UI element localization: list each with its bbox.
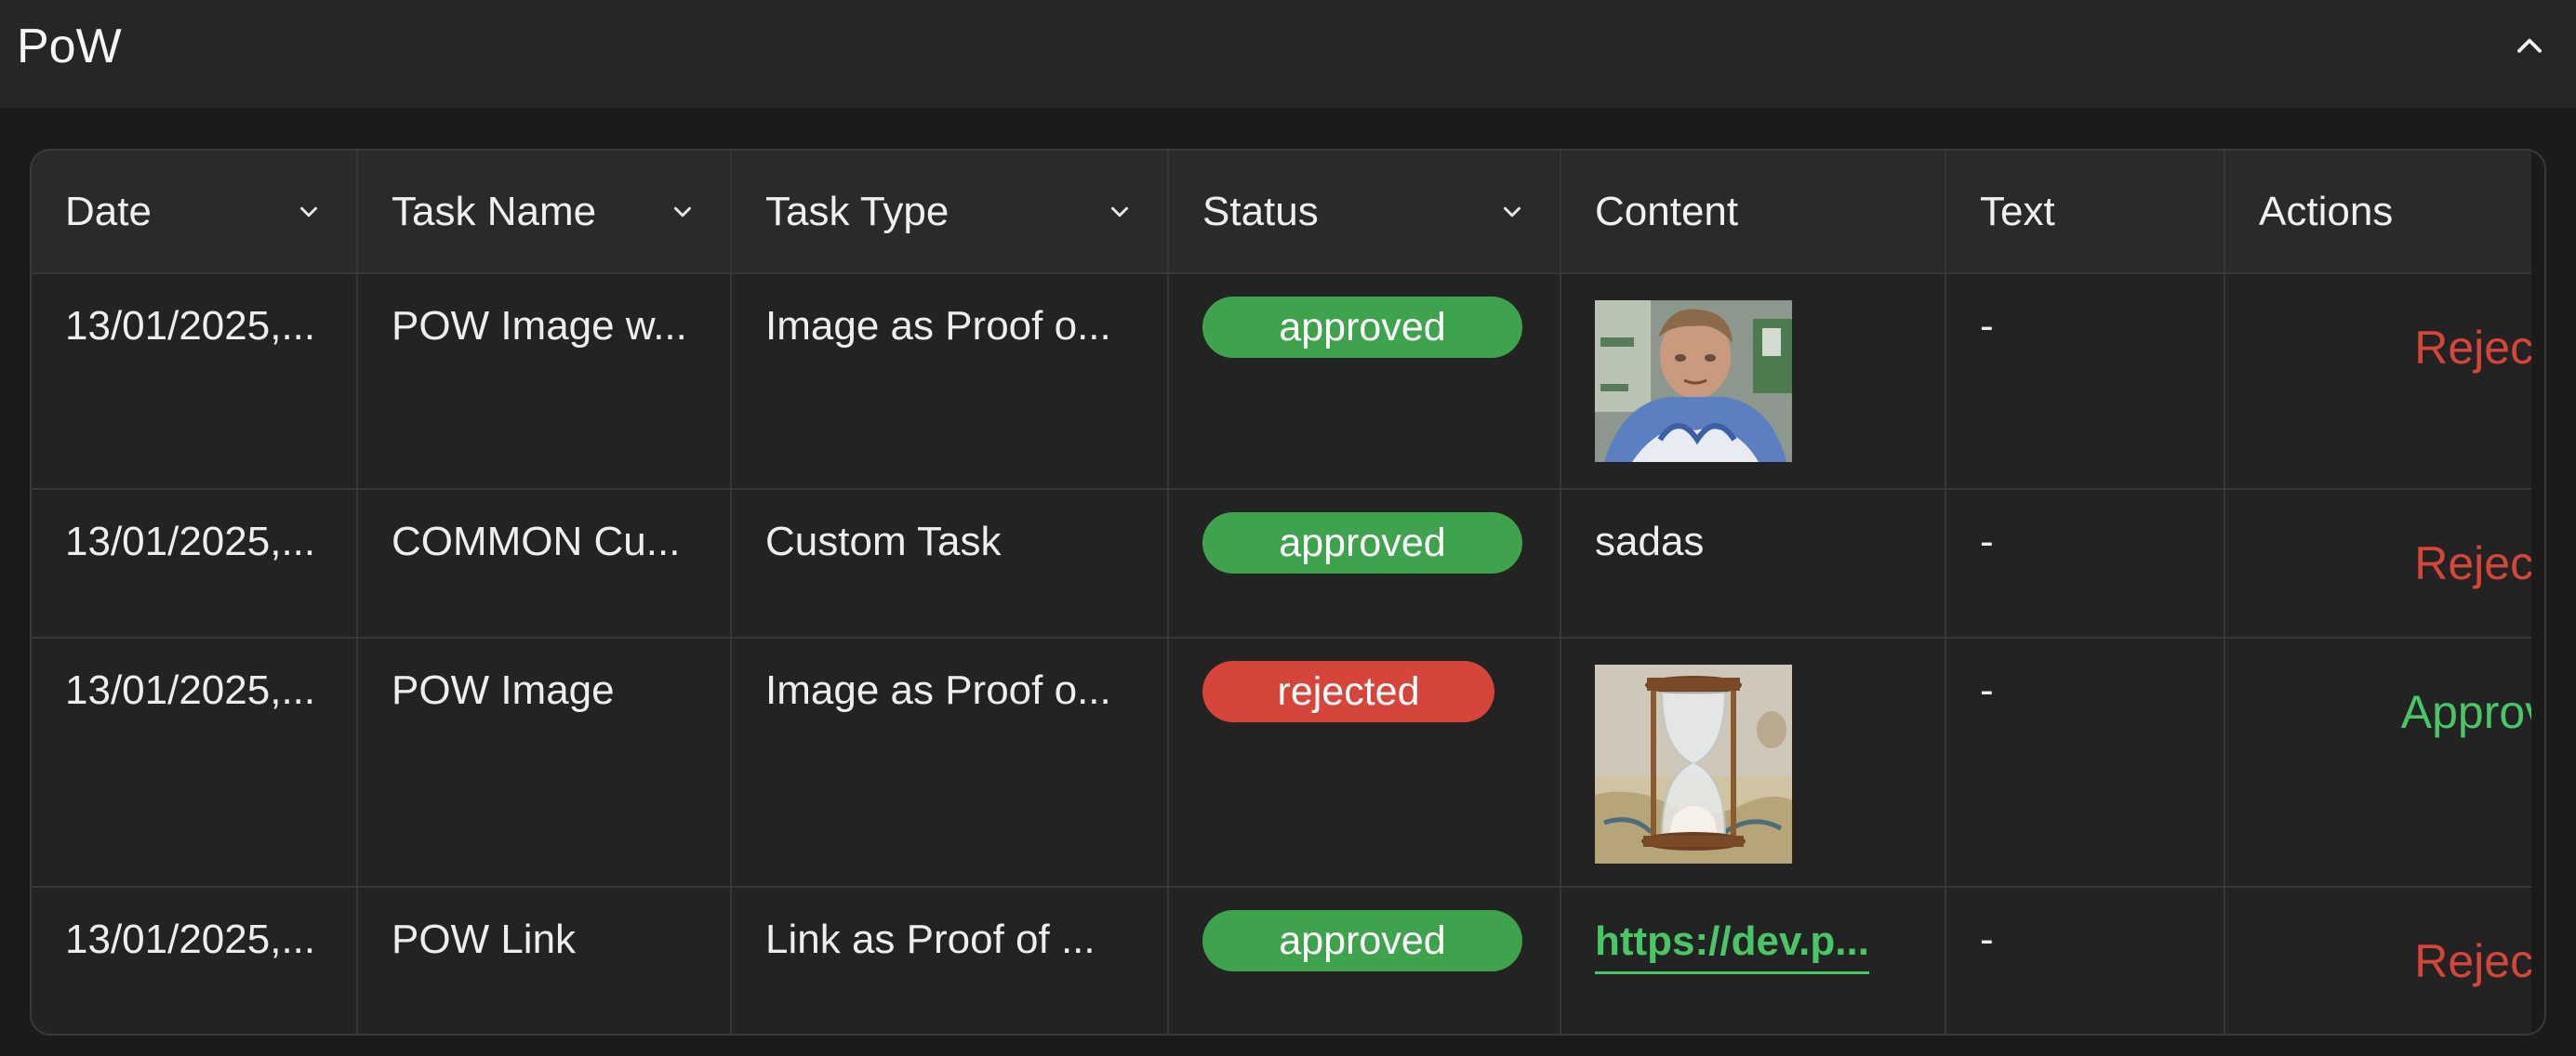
chevron-down-icon[interactable] [295,198,323,226]
cell-date: 13/01/2025,... [32,273,358,490]
pow-table: Date Task Name Task Type Status Content … [32,151,2543,1034]
status-badge: approved [1202,297,1522,358]
cell-actions: Reject [2224,273,2543,490]
cell-content [1560,638,1946,888]
cell-content: https://dev.p... [1560,887,1946,1034]
hourglass-thumbnail-icon[interactable] [1595,665,1792,864]
task-name-text: COMMON Cu... [392,519,681,564]
cell-task-name: POW Image w... [357,273,732,490]
pow-table-container: Date Task Name Task Type Status Content … [30,149,2546,1036]
cell-task-type: Custom Task [731,489,1169,639]
column-header-label: Actions [2259,188,2394,234]
status-badge: approved [1202,910,1522,971]
chevron-down-icon[interactable] [1106,198,1134,226]
cell-task-name: COMMON Cu... [357,489,732,639]
cell-status: rejected [1168,638,1561,888]
column-header-label: Content [1595,188,1739,234]
cell-status: approved [1168,887,1561,1034]
reject-button[interactable]: Reject [2259,934,2543,988]
chevron-down-icon[interactable] [1498,198,1526,226]
cell-content [1560,273,1946,490]
table-row: 13/01/2025,... POW Image w... Image as P… [32,273,2543,490]
cell-text: - [1945,638,2225,888]
column-header-text: Text [1945,151,2225,274]
column-header-actions: Actions [2224,151,2543,274]
cell-date: 13/01/2025,... [32,887,358,1034]
date-text: 13/01/2025,... [65,917,316,962]
cell-task-type: Image as Proof o... [731,273,1169,490]
date-text: 13/01/2025,... [65,667,316,713]
column-header-task-type[interactable]: Task Type [731,151,1169,274]
cell-date: 13/01/2025,... [32,638,358,888]
table-row: 13/01/2025,... COMMON Cu... Custom Task … [32,489,2543,639]
date-text: 13/01/2025,... [65,303,316,349]
text-value: - [1980,519,1994,564]
task-type-text: Link as Proof of ... [765,917,1095,962]
column-header-label: Date [65,188,152,234]
panel-header[interactable]: PoW [0,0,2576,108]
cell-text: - [1945,887,2225,1034]
content-text: sadas [1595,519,1705,564]
collapse-button[interactable] [2502,19,2557,74]
cell-status: approved [1168,489,1561,639]
cell-actions: Reject [2224,489,2543,639]
cell-text: - [1945,489,2225,639]
reject-button[interactable]: Reject [2259,536,2543,590]
cell-task-type: Link as Proof of ... [731,887,1169,1034]
chevron-down-icon[interactable] [669,198,697,226]
column-header-status[interactable]: Status [1168,151,1561,274]
task-type-text: Image as Proof o... [765,303,1111,349]
cell-actions: Reject [2224,887,2543,1034]
cell-task-name: POW Image [357,638,732,888]
cell-task-name: POW Link [357,887,732,1034]
column-header-date[interactable]: Date [32,151,358,274]
reject-button[interactable]: Reject [2259,321,2543,375]
approve-button[interactable]: Approve [2259,685,2543,739]
task-name-text: POW Image [392,667,615,713]
status-badge: approved [1202,512,1522,574]
panel-title: PoW [17,20,122,73]
column-header-label: Task Type [765,188,949,234]
column-header-label: Status [1202,188,1319,234]
cell-actions: Approve [2224,638,2543,888]
portrait-thumbnail-icon[interactable] [1595,300,1792,462]
column-header-content: Content [1560,151,1946,274]
table-row: 13/01/2025,... POW Image Image as Proof … [32,638,2543,888]
table-header-row: Date Task Name Task Type Status Content … [32,151,2543,274]
column-header-task-name[interactable]: Task Name [357,151,732,274]
cell-content: sadas [1560,489,1946,639]
task-name-text: POW Image w... [392,303,687,349]
task-type-text: Custom Task [765,519,1002,564]
task-name-text: POW Link [392,917,577,962]
task-type-text: Image as Proof o... [765,667,1111,713]
chevron-up-icon [2517,38,2542,53]
content-link[interactable]: https://dev.p... [1595,916,1869,974]
column-header-label: Task Name [392,188,597,234]
cell-task-type: Image as Proof o... [731,638,1169,888]
status-badge: rejected [1202,661,1494,722]
cell-text: - [1945,273,2225,490]
text-value: - [1980,303,1994,349]
date-text: 13/01/2025,... [65,519,316,564]
cell-date: 13/01/2025,... [32,489,358,639]
text-value: - [1980,667,1994,713]
text-value: - [1980,917,1994,962]
cell-status: approved [1168,273,1561,490]
table-row: 13/01/2025,... POW Link Link as Proof of… [32,887,2543,1034]
column-header-label: Text [1980,188,2055,234]
